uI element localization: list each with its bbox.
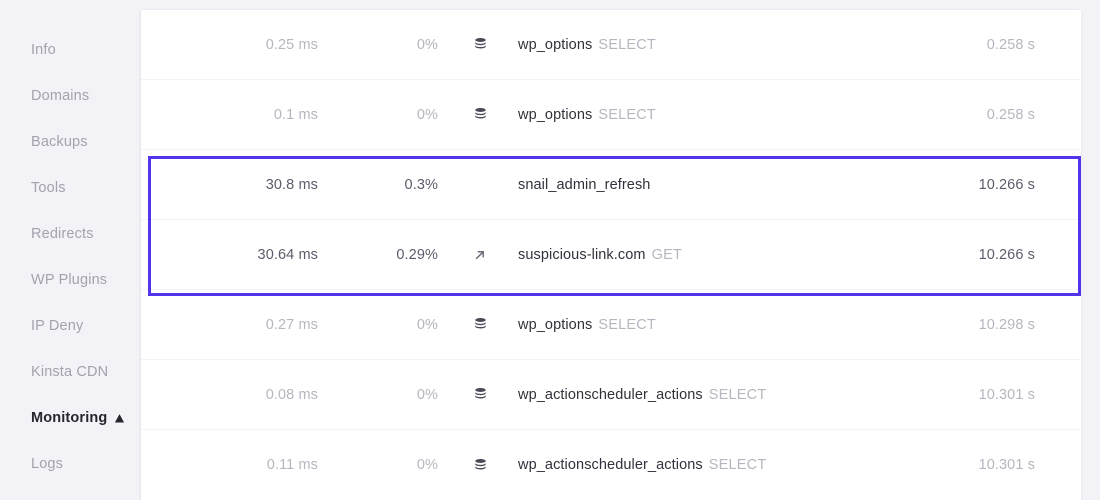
sidebar-item-label: Info xyxy=(31,42,56,58)
database-icon xyxy=(473,107,488,122)
database-icon xyxy=(473,37,488,52)
row-label-main: snail_admin_refresh xyxy=(518,177,650,193)
sidebar-item-logs[interactable]: Logs xyxy=(0,450,141,478)
row-label-cell: wp_actionscheduler_actions SELECT xyxy=(518,457,931,473)
row-label-main: wp_options xyxy=(518,37,592,53)
sidebar-item-domains[interactable]: Domains xyxy=(0,82,141,110)
row-label-cell: wp_actionscheduler_actions SELECT xyxy=(518,387,931,403)
row-label-method: GET xyxy=(652,247,682,263)
row-label-cell: suspicious-link.com GET xyxy=(518,247,931,263)
row-duration: 0.27 ms xyxy=(198,317,318,333)
row-label-main: wp_actionscheduler_actions xyxy=(518,387,703,403)
row-timestamp: 10.266 s xyxy=(931,247,1081,263)
sidebar: Info Domains Backups Tools Redirects WP Plugi… xyxy=(0,0,141,500)
row-label-main: wp_options xyxy=(518,107,592,123)
row-type-icon-cell xyxy=(460,107,500,122)
sidebar-item-label: WP Plugins xyxy=(31,272,107,288)
row-type-icon-cell xyxy=(460,37,500,52)
row-percent: 0% xyxy=(348,107,438,123)
row-label-main: suspicious-link.com xyxy=(518,247,646,263)
row-label-main: wp_actionscheduler_actions xyxy=(518,457,703,473)
sidebar-item-kinsta-cdn[interactable]: Kinsta CDN xyxy=(0,358,141,386)
row-percent: 0% xyxy=(348,37,438,53)
row-label-main: wp_options xyxy=(518,317,592,333)
row-timestamp: 10.266 s xyxy=(931,177,1081,193)
row-type-icon-cell xyxy=(460,458,500,473)
row-label-method: SELECT xyxy=(598,317,656,333)
row-label-cell: snail_admin_refresh xyxy=(518,177,931,193)
table-row[interactable]: 30.8 ms 0.3% snail_admin_refresh 10.266 s xyxy=(141,150,1081,220)
performance-trace-panel: 0.25 ms 0% wp_options SELECT 0.258 s 0.1 ms 0%… xyxy=(141,10,1081,500)
row-label-method: SELECT xyxy=(598,107,656,123)
table-row[interactable]: 0.27 ms 0% wp_options SELECT 10.298 s xyxy=(141,290,1081,360)
sidebar-item-ip-deny[interactable]: IP Deny xyxy=(0,312,141,340)
row-label-cell: wp_options SELECT xyxy=(518,107,931,123)
sidebar-item-label: IP Deny xyxy=(31,318,83,334)
row-duration: 30.64 ms xyxy=(198,247,318,263)
row-timestamp: 0.258 s xyxy=(931,37,1081,53)
row-label-method: SELECT xyxy=(709,387,767,403)
row-duration: 0.11 ms xyxy=(198,457,318,473)
sidebar-item-label: Logs xyxy=(31,456,63,472)
alert-triangle-icon xyxy=(114,413,125,424)
sidebar-item-monitoring[interactable]: Monitoring xyxy=(0,404,141,432)
row-percent: 0% xyxy=(348,317,438,333)
row-timestamp: 10.298 s xyxy=(931,317,1081,333)
row-label-method: SELECT xyxy=(709,457,767,473)
sidebar-item-label: Monitoring xyxy=(31,410,107,426)
row-type-icon-cell xyxy=(460,317,500,332)
sidebar-item-wp-plugins[interactable]: WP Plugins xyxy=(0,266,141,294)
row-timestamp: 0.258 s xyxy=(931,107,1081,123)
row-timestamp: 10.301 s xyxy=(931,457,1081,473)
row-duration: 0.1 ms xyxy=(198,107,318,123)
sidebar-item-label: Kinsta CDN xyxy=(31,364,108,380)
table-row[interactable]: 0.25 ms 0% wp_options SELECT 0.258 s xyxy=(141,10,1081,80)
table-row[interactable]: 0.1 ms 0% wp_options SELECT 0.258 s xyxy=(141,80,1081,150)
row-percent: 0.29% xyxy=(348,247,438,263)
sidebar-item-label: Redirects xyxy=(31,226,94,242)
row-duration: 0.08 ms xyxy=(198,387,318,403)
table-row[interactable]: 0.11 ms 0% wp_actionscheduler_actions SELEC… xyxy=(141,430,1081,500)
row-label-method: SELECT xyxy=(598,37,656,53)
sidebar-item-label: Domains xyxy=(31,88,89,104)
sidebar-item-tools[interactable]: Tools xyxy=(0,174,141,202)
row-label-cell: wp_options SELECT xyxy=(518,37,931,53)
trace-row-list: 0.25 ms 0% wp_options SELECT 0.258 s 0.1 ms 0%… xyxy=(141,10,1081,500)
row-percent: 0.3% xyxy=(348,177,438,193)
sidebar-item-label: Tools xyxy=(31,180,66,196)
table-row[interactable]: 30.64 ms 0.29% suspicious-link.com GET 10.26… xyxy=(141,220,1081,290)
row-label-cell: wp_options SELECT xyxy=(518,317,931,333)
database-icon xyxy=(473,317,488,332)
sidebar-item-backups[interactable]: Backups xyxy=(0,128,141,156)
database-icon xyxy=(473,458,488,473)
row-type-icon-cell xyxy=(460,249,500,261)
sidebar-item-label: Backups xyxy=(31,134,88,150)
app-root: Info Domains Backups Tools Redirects WP Plugi… xyxy=(0,0,1100,500)
row-type-icon-cell xyxy=(460,387,500,402)
row-timestamp: 10.301 s xyxy=(931,387,1081,403)
row-percent: 0% xyxy=(348,387,438,403)
database-icon xyxy=(473,387,488,402)
sidebar-item-info[interactable]: Info xyxy=(0,36,141,64)
sidebar-item-redirects[interactable]: Redirects xyxy=(0,220,141,248)
row-duration: 30.8 ms xyxy=(198,177,318,193)
table-row[interactable]: 0.08 ms 0% wp_actionscheduler_actions SELEC… xyxy=(141,360,1081,430)
external-link-arrow-icon xyxy=(474,249,486,261)
row-percent: 0% xyxy=(348,457,438,473)
row-duration: 0.25 ms xyxy=(198,37,318,53)
